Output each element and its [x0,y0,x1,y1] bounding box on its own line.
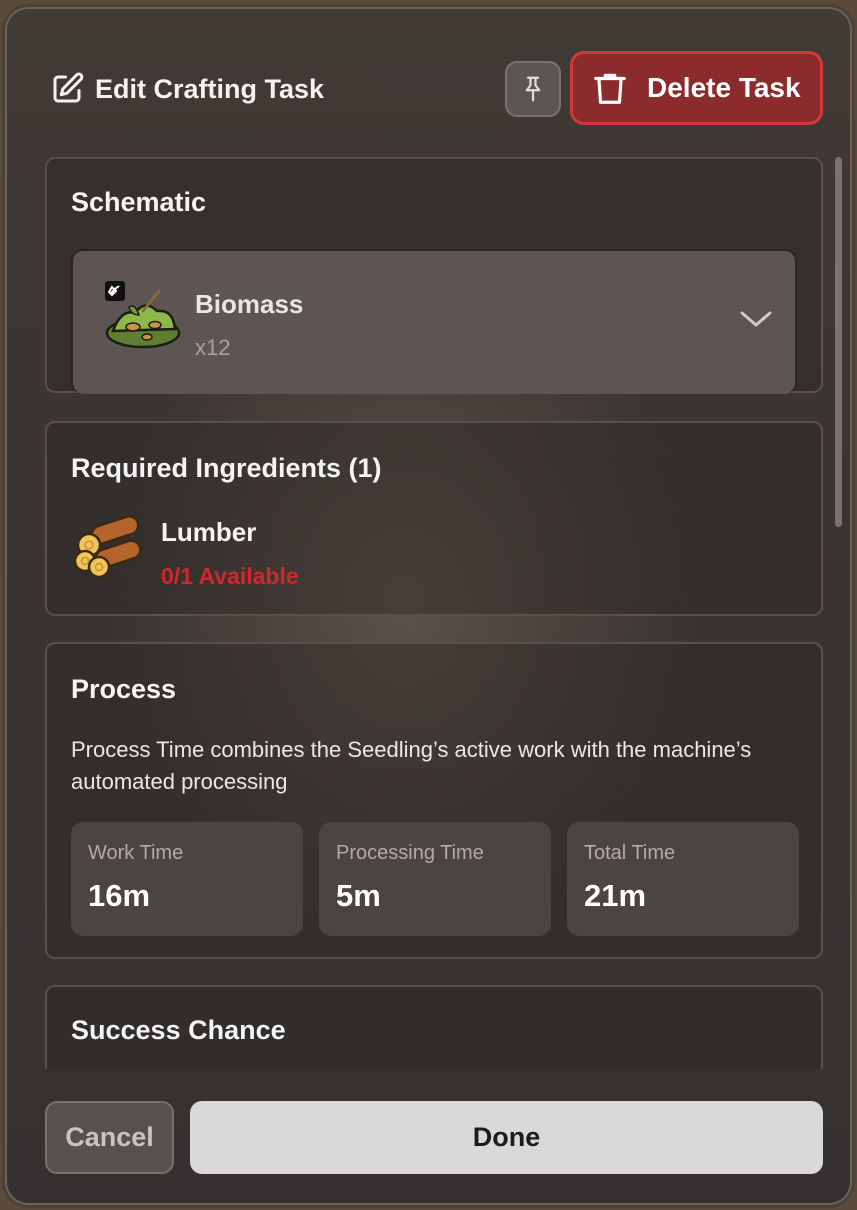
delete-task-label: Delete Task [647,72,801,103]
stat-value: 16m [88,878,151,913]
process-section: Process Process Time combines the Seedli… [45,642,823,959]
success-chance-section: Success Chance [45,985,823,1069]
biomass-icon [105,281,181,349]
pin-icon [525,76,541,102]
total-time-stat: Total Time 21m [567,822,799,936]
ingredient-name: Lumber [161,517,257,547]
schematic-title: Schematic [71,187,207,217]
lumber-icon [73,515,142,579]
stat-label: Work Time [88,842,184,864]
schematic-section: Schematic Biomass x12 [45,157,823,394]
processing-time-stat: Processing Time 5m [319,822,551,936]
stat-value: 5m [336,878,381,913]
chevron-down-icon [740,311,772,327]
scrollbar-thumb[interactable] [835,157,842,527]
stat-label: Processing Time [336,842,484,864]
delete-task-button[interactable]: Delete Task [570,51,823,125]
process-description: Process Time combines the Seedling’s act… [71,737,752,794]
cancel-button[interactable]: Cancel [45,1101,174,1174]
pin-button[interactable] [505,61,561,117]
required-ingredients-title: Required Ingredients (1) [71,453,382,483]
work-time-stat: Work Time 16m [71,822,303,936]
task-details-scroll-area[interactable]: Schematic Biomass x12 Required Ingredien… [45,157,825,1069]
dialog-header: Edit Crafting Task Delete Task [45,49,823,129]
required-ingredients-section: Required Ingredients (1) Lumber 0/1 Avai… [45,421,823,616]
stat-value: 21m [584,878,647,913]
schematic-item-quantity: x12 [195,335,231,360]
schematic-item-name: Biomass [195,289,304,319]
done-button[interactable]: Done [190,1101,823,1174]
trash-icon [594,73,626,104]
process-title: Process [71,674,177,704]
ingredient-availability: 0/1 Available [161,563,299,589]
stat-label: Total Time [584,842,676,864]
schematic-dropdown[interactable]: Biomass x12 [71,249,797,394]
success-chance-title: Success Chance [71,1015,286,1045]
edit-crafting-task-dialog: Edit Crafting Task Delete Task Schematic [2,4,855,1208]
dialog-title: Edit Crafting Task [49,71,324,107]
edit-icon [53,72,84,103]
dialog-title-text: Edit Crafting Task [95,73,325,104]
